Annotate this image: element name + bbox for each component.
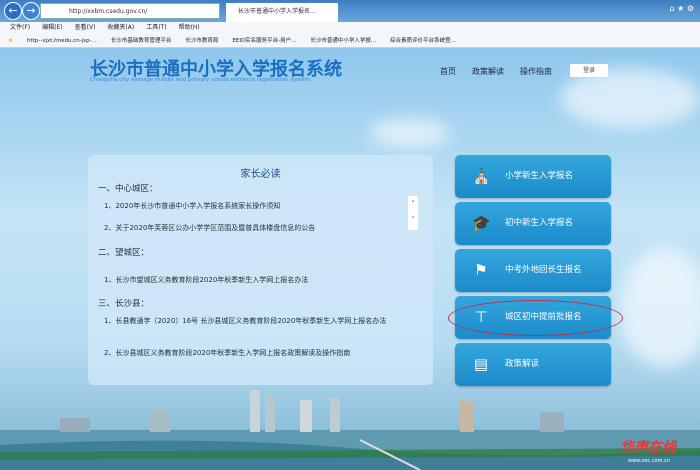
policy-interpretation-button[interactable]: ▤ 政策解读 bbox=[455, 343, 611, 386]
notice-link[interactable]: 1、长沙市望城区义务教育阶段2020年秋季新生入学网上报名办法 bbox=[104, 275, 308, 285]
favorites-bar: ★ http--xjxt.hnedu.cn-jsp-... 长沙市基础教育管理平… bbox=[0, 34, 700, 48]
flag-icon: ⚑ bbox=[472, 261, 490, 279]
panel-title: 家长必读 bbox=[88, 165, 433, 180]
favorites-star-icon[interactable]: ★ bbox=[8, 34, 13, 47]
section-heading: 二、望城区： bbox=[98, 246, 149, 258]
menu-edit[interactable]: 编辑(E) bbox=[42, 22, 62, 34]
parent-notice-panel: 家长必读 一、中心城区： 1、2020年长沙市普通中小学入学报名系统家长操作须知… bbox=[88, 155, 433, 385]
city-skyline bbox=[0, 390, 700, 470]
menu-file[interactable]: 文件(F) bbox=[10, 22, 30, 34]
book-icon: ▤ bbox=[472, 355, 490, 373]
button-label: 初中新生入学报名 bbox=[505, 218, 573, 228]
primary-school-registration-button[interactable]: ⛪ 小学新生入学报名 bbox=[455, 155, 611, 198]
menu-help[interactable]: 帮助(H) bbox=[179, 22, 200, 34]
notice-link[interactable]: 2、长沙县城区义务教育阶段2020年秋季新生入学网上报名政策解读及操作指南 bbox=[104, 348, 350, 358]
section-heading: 三、长沙县： bbox=[98, 297, 149, 309]
watermark-logo: 华声在线 bbox=[620, 437, 676, 457]
button-label: 小学新生入学报名 bbox=[505, 171, 573, 181]
red-highlight-ellipse bbox=[448, 300, 623, 336]
site-subtitle: Changsha city average middle and primary… bbox=[90, 77, 310, 83]
watermark-url: www.voc.com.cn bbox=[628, 458, 670, 464]
panel-scroll-buttons[interactable]: ˄˅ bbox=[408, 196, 418, 230]
back-button[interactable]: ← bbox=[4, 2, 22, 20]
nav-guide[interactable]: 操作指南 bbox=[520, 66, 552, 77]
favorite-link[interactable]: EEID实名服务平台-用户... bbox=[232, 34, 296, 47]
notice-link[interactable]: 1、2020年长沙市普通中小学入学报名系统家长操作须知 bbox=[104, 201, 280, 211]
nonlocal-exam-registration-button[interactable]: ⚑ 中考外地回长生报名 bbox=[455, 249, 611, 292]
favorite-link[interactable]: 长沙市教育局 bbox=[185, 34, 218, 47]
notice-link[interactable]: 2、关于2020年芙蓉区公办小学学区范围及暨普具体楼盘信息的公告 bbox=[104, 223, 315, 233]
button-label: 中考外地回长生报名 bbox=[505, 265, 582, 275]
login-button[interactable]: 登录 bbox=[570, 64, 608, 77]
cloud bbox=[370, 118, 450, 148]
nav-home[interactable]: 首页 bbox=[440, 66, 456, 77]
cloud bbox=[620, 248, 700, 368]
cloud bbox=[560, 68, 700, 128]
home-star-gear-icons[interactable]: ⌂ ★ ⚙ bbox=[669, 4, 694, 13]
forward-button[interactable]: → bbox=[22, 2, 40, 20]
address-bar[interactable]: http://xxbm.csedu.gov.cn/ bbox=[40, 3, 220, 19]
menu-bar: 文件(F) 编辑(E) 查看(V) 收藏夹(A) 工具(T) 帮助(H) bbox=[0, 22, 700, 34]
favorite-link[interactable]: 综合素质评价平台系统登... bbox=[390, 34, 456, 47]
notice-link[interactable]: 1、长县教通字〔2020〕16号 长沙县城区义务教育阶段2020年秋季新生入学网… bbox=[104, 316, 414, 326]
button-label: 政策解读 bbox=[505, 359, 539, 369]
favorite-link[interactable]: 长沙市基础教育管理平台 bbox=[111, 34, 172, 47]
browser-titlebar: ← → http://xxbm.csedu.gov.cn/ 长沙市普通中小学入学… bbox=[0, 0, 700, 22]
favorite-link[interactable]: 长沙市普通中小学入学报... bbox=[310, 34, 376, 47]
junior-school-registration-button[interactable]: 🎓 初中新生入学报名 bbox=[455, 202, 611, 245]
menu-tools[interactable]: 工具(T) bbox=[146, 22, 166, 34]
browser-tab[interactable]: 长沙市普通中小学入学报名... bbox=[226, 3, 338, 22]
menu-favorites[interactable]: 收藏夹(A) bbox=[107, 22, 134, 34]
nav-policy[interactable]: 政策解读 bbox=[472, 66, 504, 77]
graduation-cap-icon: 🎓 bbox=[472, 214, 490, 232]
favorite-link[interactable]: http--xjxt.hnedu.cn-jsp-... bbox=[27, 34, 97, 47]
school-icon: ⛪ bbox=[472, 167, 490, 185]
menu-view[interactable]: 查看(V) bbox=[75, 22, 96, 34]
section-heading: 一、中心城区： bbox=[98, 182, 158, 194]
